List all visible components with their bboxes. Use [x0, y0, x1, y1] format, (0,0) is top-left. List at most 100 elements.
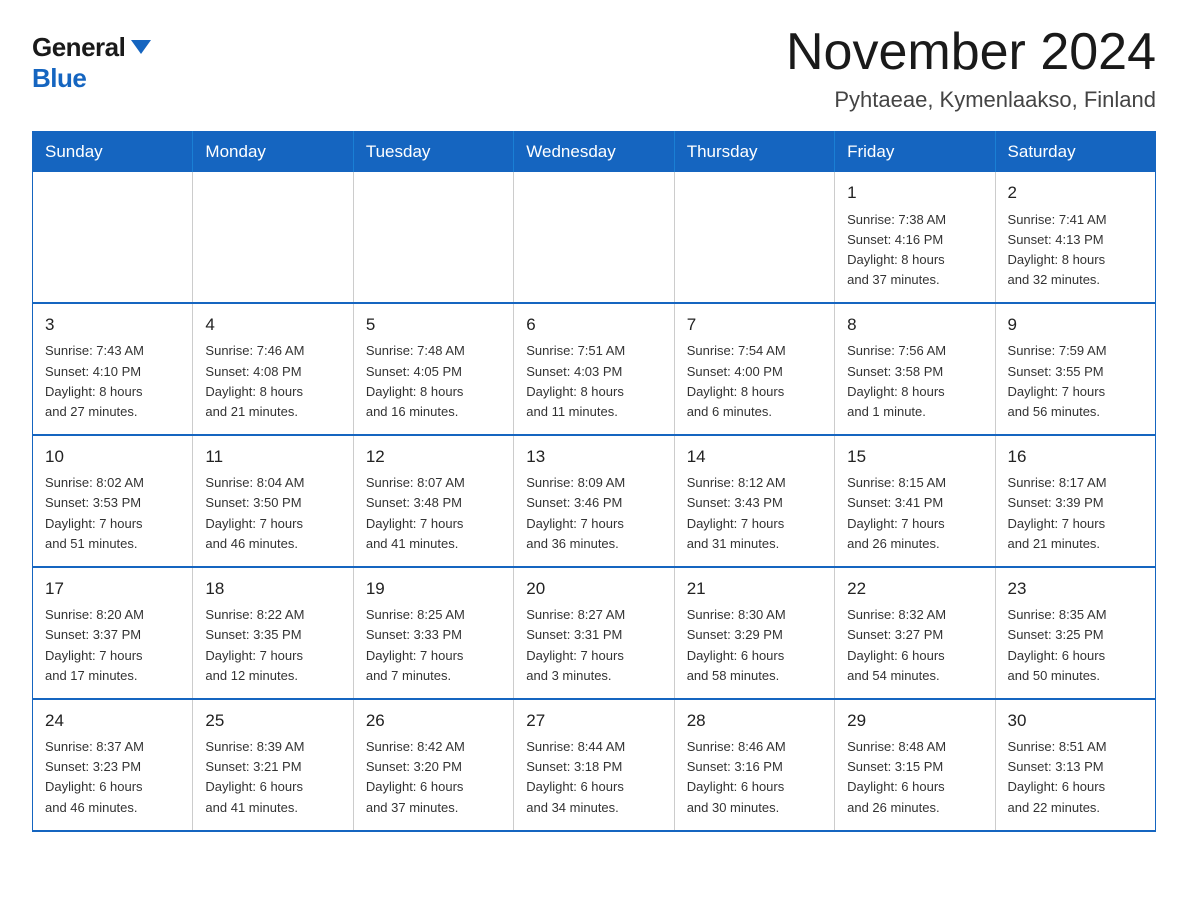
weekday-header-wednesday: Wednesday	[514, 132, 674, 173]
week-row-4: 17 Sunrise: 8:20 AM Sunset: 3:37 PM Dayli…	[33, 567, 1156, 699]
calendar-cell: 12 Sunrise: 8:07 AM Sunset: 3:48 PM Dayli…	[353, 435, 513, 567]
calendar-cell: 5 Sunrise: 7:48 AM Sunset: 4:05 PM Daylig…	[353, 303, 513, 435]
day-info: Sunrise: 7:56 AM Sunset: 3:58 PM Dayligh…	[847, 341, 984, 422]
calendar-cell	[193, 172, 353, 303]
day-info: Sunrise: 8:17 AM Sunset: 3:39 PM Dayligh…	[1008, 473, 1145, 554]
day-number: 5	[366, 312, 503, 338]
day-number: 16	[1008, 444, 1145, 470]
calendar-cell: 20 Sunrise: 8:27 AM Sunset: 3:31 PM Dayli…	[514, 567, 674, 699]
day-info: Sunrise: 8:15 AM Sunset: 3:41 PM Dayligh…	[847, 473, 984, 554]
calendar-cell: 7Sunrise: 7:54 AM Sunset: 4:00 PM Daylig…	[674, 303, 834, 435]
week-row-5: 24Sunrise: 8:37 AM Sunset: 3:23 PM Dayli…	[33, 699, 1156, 831]
day-number: 27	[526, 708, 663, 734]
day-number: 9	[1008, 312, 1145, 338]
calendar-cell: 21Sunrise: 8:30 AM Sunset: 3:29 PM Dayli…	[674, 567, 834, 699]
day-info: Sunrise: 8:32 AM Sunset: 3:27 PM Dayligh…	[847, 605, 984, 686]
day-info: Sunrise: 8:51 AM Sunset: 3:13 PM Dayligh…	[1008, 737, 1145, 818]
day-info: Sunrise: 8:22 AM Sunset: 3:35 PM Dayligh…	[205, 605, 342, 686]
header: General Blue November 2024 Pyhtaeae, Kym…	[32, 24, 1156, 113]
day-info: Sunrise: 8:46 AM Sunset: 3:16 PM Dayligh…	[687, 737, 824, 818]
day-number: 20	[526, 576, 663, 602]
weekday-header-sunday: Sunday	[33, 132, 193, 173]
calendar-cell: 16 Sunrise: 8:17 AM Sunset: 3:39 PM Dayli…	[995, 435, 1155, 567]
calendar-cell: 30Sunrise: 8:51 AM Sunset: 3:13 PM Dayli…	[995, 699, 1155, 831]
day-number: 4	[205, 312, 342, 338]
calendar-cell: 18 Sunrise: 8:22 AM Sunset: 3:35 PM Dayli…	[193, 567, 353, 699]
day-number: 17	[45, 576, 182, 602]
day-info: Sunrise: 8:27 AM Sunset: 3:31 PM Dayligh…	[526, 605, 663, 686]
calendar-cell: 9 Sunrise: 7:59 AM Sunset: 3:55 PM Daylig…	[995, 303, 1155, 435]
weekday-header-monday: Monday	[193, 132, 353, 173]
month-title: November 2024	[786, 24, 1156, 81]
day-number: 28	[687, 708, 824, 734]
day-info: Sunrise: 7:48 AM Sunset: 4:05 PM Dayligh…	[366, 341, 503, 422]
calendar-cell: 11 Sunrise: 8:04 AM Sunset: 3:50 PM Dayli…	[193, 435, 353, 567]
calendar-cell: 29 Sunrise: 8:48 AM Sunset: 3:15 PM Dayli…	[835, 699, 995, 831]
day-number: 14	[687, 444, 824, 470]
calendar-cell: 4Sunrise: 7:46 AM Sunset: 4:08 PM Daylig…	[193, 303, 353, 435]
day-number: 24	[45, 708, 182, 734]
calendar-cell: 27 Sunrise: 8:44 AM Sunset: 3:18 PM Dayli…	[514, 699, 674, 831]
day-info: Sunrise: 8:20 AM Sunset: 3:37 PM Dayligh…	[45, 605, 182, 686]
day-number: 25	[205, 708, 342, 734]
day-info: Sunrise: 8:44 AM Sunset: 3:18 PM Dayligh…	[526, 737, 663, 818]
day-number: 15	[847, 444, 984, 470]
calendar-cell: 19Sunrise: 8:25 AM Sunset: 3:33 PM Dayli…	[353, 567, 513, 699]
day-info: Sunrise: 7:43 AM Sunset: 4:10 PM Dayligh…	[45, 341, 182, 422]
day-info: Sunrise: 7:41 AM Sunset: 4:13 PM Dayligh…	[1008, 210, 1145, 291]
day-number: 3	[45, 312, 182, 338]
calendar-cell: 6 Sunrise: 7:51 AM Sunset: 4:03 PM Daylig…	[514, 303, 674, 435]
day-info: Sunrise: 7:38 AM Sunset: 4:16 PM Dayligh…	[847, 210, 984, 291]
weekday-header-friday: Friday	[835, 132, 995, 173]
day-number: 12	[366, 444, 503, 470]
title-area: November 2024 Pyhtaeae, Kymenlaakso, Fin…	[786, 24, 1156, 113]
calendar-cell: 2 Sunrise: 7:41 AM Sunset: 4:13 PM Daylig…	[995, 172, 1155, 303]
day-number: 8	[847, 312, 984, 338]
week-row-2: 3 Sunrise: 7:43 AM Sunset: 4:10 PM Daylig…	[33, 303, 1156, 435]
day-number: 11	[205, 444, 342, 470]
location-title: Pyhtaeae, Kymenlaakso, Finland	[786, 87, 1156, 113]
day-info: Sunrise: 7:59 AM Sunset: 3:55 PM Dayligh…	[1008, 341, 1145, 422]
day-info: Sunrise: 8:39 AM Sunset: 3:21 PM Dayligh…	[205, 737, 342, 818]
day-info: Sunrise: 8:35 AM Sunset: 3:25 PM Dayligh…	[1008, 605, 1145, 686]
day-number: 21	[687, 576, 824, 602]
calendar-cell: 10Sunrise: 8:02 AM Sunset: 3:53 PM Dayli…	[33, 435, 193, 567]
day-info: Sunrise: 8:07 AM Sunset: 3:48 PM Dayligh…	[366, 473, 503, 554]
day-number: 29	[847, 708, 984, 734]
week-row-1: 1Sunrise: 7:38 AM Sunset: 4:16 PM Daylig…	[33, 172, 1156, 303]
day-number: 6	[526, 312, 663, 338]
calendar-cell: 14Sunrise: 8:12 AM Sunset: 3:43 PM Dayli…	[674, 435, 834, 567]
calendar-cell: 13 Sunrise: 8:09 AM Sunset: 3:46 PM Dayli…	[514, 435, 674, 567]
day-number: 2	[1008, 180, 1145, 206]
weekday-header-saturday: Saturday	[995, 132, 1155, 173]
day-number: 13	[526, 444, 663, 470]
day-info: Sunrise: 8:09 AM Sunset: 3:46 PM Dayligh…	[526, 473, 663, 554]
calendar-cell: 15 Sunrise: 8:15 AM Sunset: 3:41 PM Dayli…	[835, 435, 995, 567]
day-info: Sunrise: 8:48 AM Sunset: 3:15 PM Dayligh…	[847, 737, 984, 818]
calendar-cell: 1Sunrise: 7:38 AM Sunset: 4:16 PM Daylig…	[835, 172, 995, 303]
calendar-cell: 8 Sunrise: 7:56 AM Sunset: 3:58 PM Daylig…	[835, 303, 995, 435]
calendar-cell	[674, 172, 834, 303]
day-number: 18	[205, 576, 342, 602]
day-number: 19	[366, 576, 503, 602]
calendar-cell: 28 Sunrise: 8:46 AM Sunset: 3:16 PM Dayli…	[674, 699, 834, 831]
logo-arrow-icon	[127, 32, 155, 60]
logo: General Blue	[32, 24, 155, 94]
day-number: 26	[366, 708, 503, 734]
week-row-3: 10Sunrise: 8:02 AM Sunset: 3:53 PM Dayli…	[33, 435, 1156, 567]
calendar-cell	[353, 172, 513, 303]
calendar-cell	[33, 172, 193, 303]
calendar-cell: 25 Sunrise: 8:39 AM Sunset: 3:21 PM Dayli…	[193, 699, 353, 831]
day-info: Sunrise: 7:51 AM Sunset: 4:03 PM Dayligh…	[526, 341, 663, 422]
calendar-cell: 3 Sunrise: 7:43 AM Sunset: 4:10 PM Daylig…	[33, 303, 193, 435]
calendar-cell: 24Sunrise: 8:37 AM Sunset: 3:23 PM Dayli…	[33, 699, 193, 831]
day-info: Sunrise: 8:04 AM Sunset: 3:50 PM Dayligh…	[205, 473, 342, 554]
day-info: Sunrise: 8:42 AM Sunset: 3:20 PM Dayligh…	[366, 737, 503, 818]
calendar-cell: 23 Sunrise: 8:35 AM Sunset: 3:25 PM Dayli…	[995, 567, 1155, 699]
logo-general-text: General	[32, 32, 125, 63]
calendar-cell: 22 Sunrise: 8:32 AM Sunset: 3:27 PM Dayli…	[835, 567, 995, 699]
day-number: 7	[687, 312, 824, 338]
weekday-header-row: SundayMondayTuesdayWednesdayThursdayFrid…	[33, 132, 1156, 173]
day-number: 23	[1008, 576, 1145, 602]
day-number: 22	[847, 576, 984, 602]
